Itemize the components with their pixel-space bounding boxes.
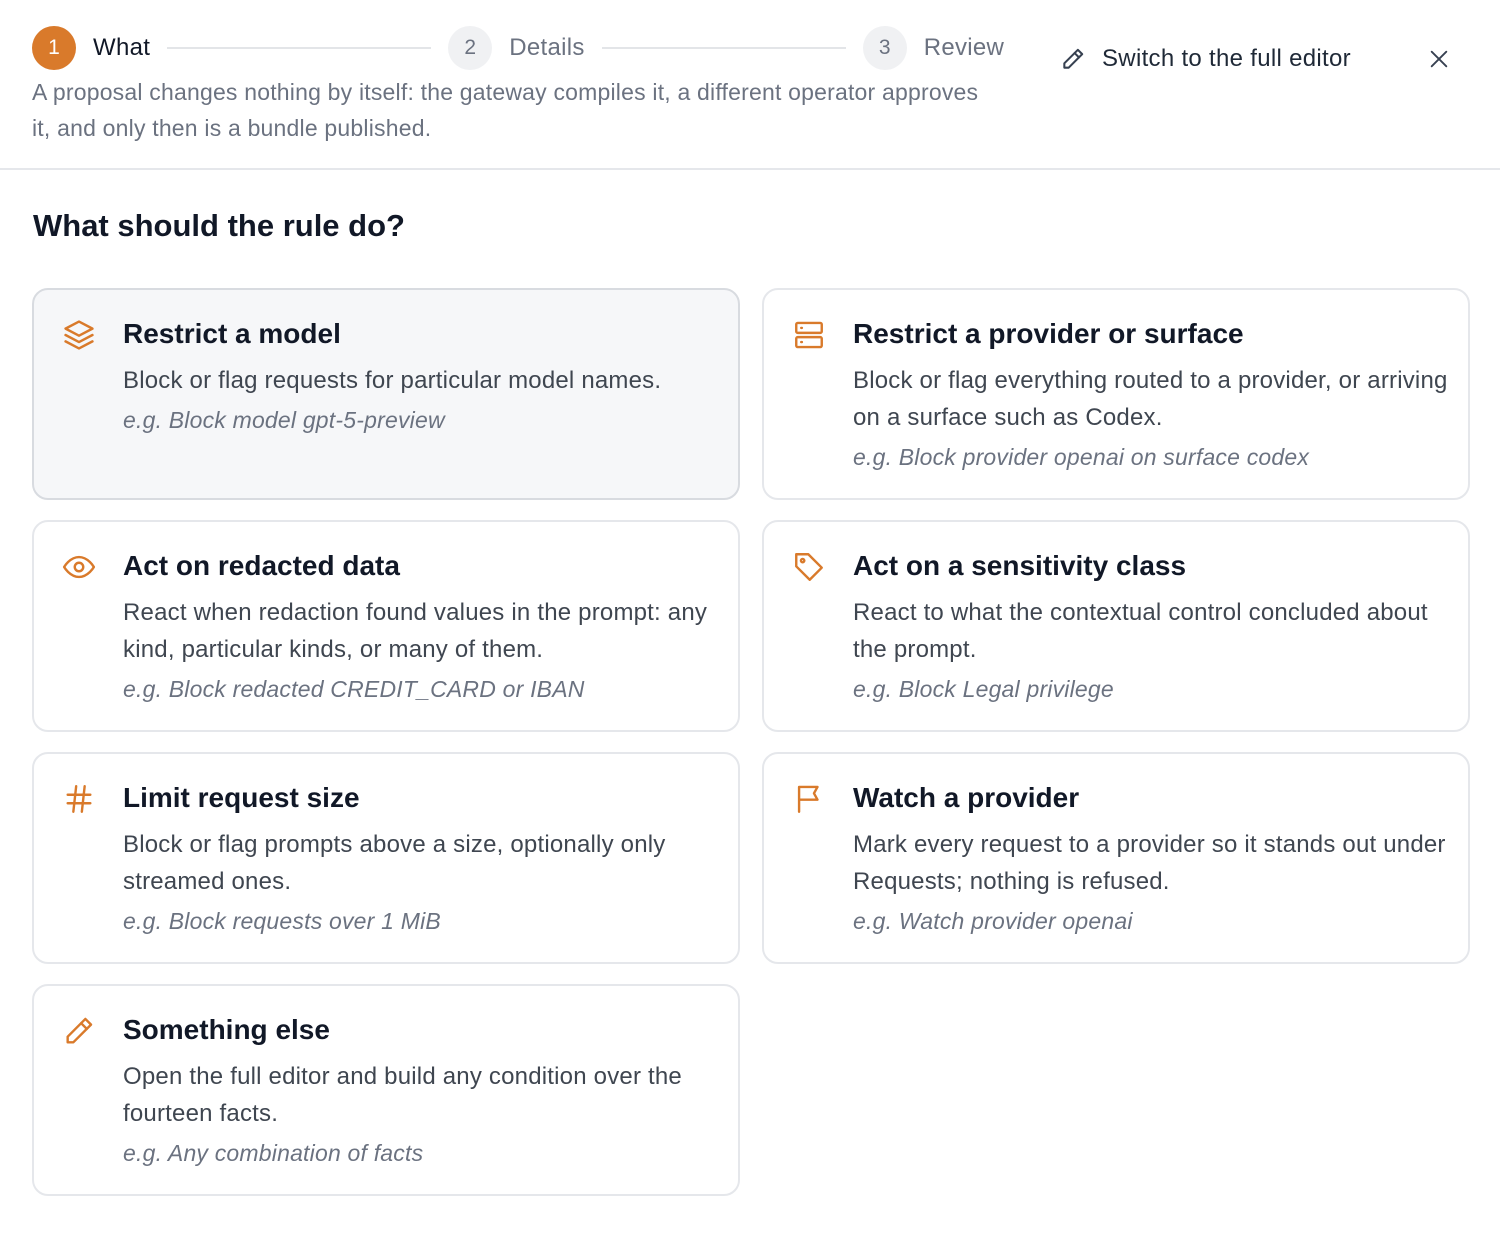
option-description-text: Block or flag requests for particular mo…: [123, 367, 662, 394]
option-description: Block or flag requests for particular mo…: [123, 362, 723, 437]
option-description: React when redaction found values in the…: [123, 594, 723, 706]
option-description: React to what the contextual control con…: [853, 594, 1453, 706]
wizard-header: 1 What 2 Details 3 Review Switch to the …: [0, 0, 1500, 170]
option-title: Restrict a model: [123, 318, 341, 349]
option-act-on-sensitivity-class[interactable]: Act on a sensitivity class React to what…: [762, 520, 1470, 732]
switch-to-full-editor-button[interactable]: Switch to the full editor: [1060, 42, 1351, 76]
option-limit-request-size[interactable]: Limit request size Block or flag prompts…: [32, 752, 740, 964]
option-description: Block or flag everything routed to a pro…: [853, 362, 1453, 474]
option-description-text: React when redaction found values in the…: [123, 599, 708, 663]
stepper: 1 What 2 Details 3 Review: [32, 26, 1004, 70]
option-example: e.g. Watch provider openai: [853, 908, 1133, 934]
eye-icon: [62, 550, 96, 584]
step-connector: [167, 47, 432, 49]
step-label: Review: [923, 34, 1005, 61]
option-watch-provider[interactable]: Watch a provider Mark every request to a…: [762, 752, 1470, 964]
hash-icon: [62, 782, 96, 816]
flag-icon: [792, 782, 826, 816]
option-act-on-redacted-data[interactable]: Act on redacted data React when redactio…: [32, 520, 740, 732]
layers-icon: [62, 318, 96, 352]
pencil-icon: [62, 1014, 96, 1048]
option-description: Block or flag prompts above a size, opti…: [123, 826, 723, 938]
option-title: Act on redacted data: [123, 550, 400, 581]
option-description-text: Open the full editor and build any condi…: [123, 1063, 682, 1127]
option-restrict-model[interactable]: Restrict a model Block or flag requests …: [32, 288, 740, 500]
step-review[interactable]: 3 Review: [862, 26, 1005, 70]
step-details[interactable]: 2 Details: [448, 26, 584, 70]
option-title: Limit request size: [123, 782, 360, 813]
option-example: e.g. Block Legal privilege: [853, 676, 1114, 702]
option-title: Watch a provider: [853, 782, 1080, 813]
step-number: 3: [862, 26, 907, 70]
option-description: Mark every request to a provider so it s…: [853, 826, 1453, 938]
close-button[interactable]: [1424, 44, 1454, 74]
step-label: What: [93, 34, 151, 61]
option-title: Restrict a provider or surface: [853, 318, 1244, 349]
option-description: Open the full editor and build any condi…: [123, 1058, 723, 1170]
option-example: e.g. Block model gpt-5-preview: [123, 407, 445, 433]
option-example: e.g. Block provider openai on surface co…: [853, 444, 1310, 470]
option-example: e.g. Block requests over 1 MiB: [123, 908, 441, 934]
option-description-text: Block or flag prompts above a size, opti…: [123, 831, 666, 895]
header-subtitle: A proposal changes nothing by itself: th…: [32, 79, 979, 141]
step-what[interactable]: 1 What: [32, 26, 150, 70]
step-connector: [601, 47, 846, 49]
server-icon: [792, 318, 826, 352]
pencil-icon: [1063, 48, 1084, 69]
step-number: 2: [448, 26, 493, 70]
switch-to-full-editor-label: Switch to the full editor: [1102, 45, 1351, 72]
close-icon: [1430, 50, 1448, 68]
step-number: 1: [32, 26, 76, 70]
page-title: What should the rule do?: [33, 208, 405, 243]
option-title: Act on a sensitivity class: [853, 550, 1187, 581]
step-label: Details: [509, 34, 585, 61]
option-example: e.g. Any combination of facts: [123, 1140, 424, 1166]
option-description-text: Mark every request to a provider so it s…: [853, 831, 1446, 895]
option-description-text: Block or flag everything routed to a pro…: [853, 367, 1448, 431]
option-restrict-provider-surface[interactable]: Restrict a provider or surface Block or …: [762, 288, 1470, 500]
option-something-else[interactable]: Something else Open the full editor and …: [32, 984, 740, 1196]
option-description-text: React to what the contextual control con…: [853, 599, 1428, 663]
option-example: e.g. Block redacted CREDIT_CARD or IBAN: [123, 676, 585, 702]
option-title: Something else: [123, 1014, 330, 1045]
tag-icon: [792, 550, 826, 584]
